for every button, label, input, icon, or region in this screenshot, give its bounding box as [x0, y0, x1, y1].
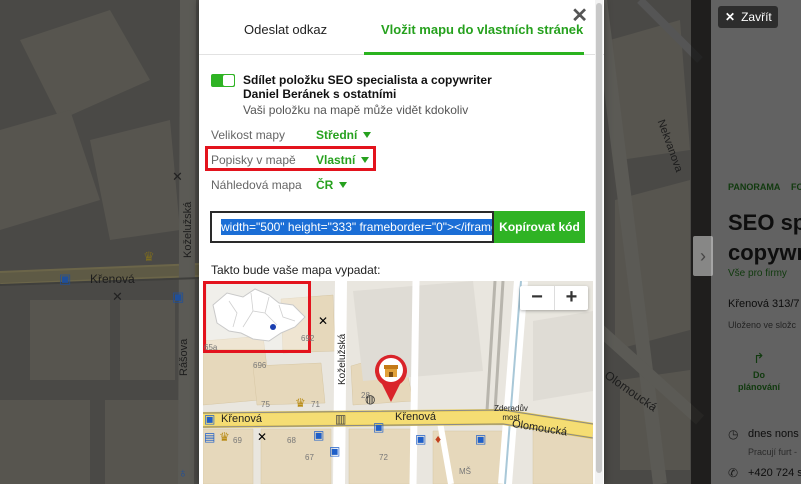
- panel-tab-photos[interactable]: FO: [791, 182, 801, 192]
- copy-code-button[interactable]: Kopírovat kód: [494, 211, 585, 243]
- house-number: 68: [287, 436, 296, 445]
- tools-icon: ✕: [172, 169, 183, 184]
- embed-code-row: width="500" height="333" frameborder="0"…: [210, 211, 585, 243]
- tab-send-link[interactable]: Odeslat odkaz: [244, 22, 327, 37]
- chevron-right-icon: ›: [700, 246, 706, 266]
- close-icon[interactable]: ✕: [571, 3, 588, 28]
- preview-caption: Takto bude vaše mapa vypadat:: [211, 263, 381, 277]
- place-address: Křenová 313/7: [728, 298, 800, 310]
- map-size-label: Velikost mapy: [211, 128, 286, 142]
- toggle-knob: [223, 75, 234, 86]
- dialog-tabs: Odeslat odkaz Vložit mapu do vlastních s…: [199, 0, 604, 55]
- tram-icon: ▣: [59, 271, 72, 286]
- phone-icon: ✆: [728, 466, 739, 480]
- tram-icon[interactable]: ▣: [313, 429, 324, 441]
- zoom-out-button[interactable]: −: [520, 286, 554, 310]
- route-label[interactable]: Do: [753, 370, 765, 380]
- tools-icon[interactable]: ✕: [318, 315, 328, 327]
- place-detail-panel: PANORAMA FO SEO sp copywr Vše pro firmy …: [711, 0, 801, 484]
- route-label[interactable]: plánování: [738, 382, 780, 392]
- map-labels-label: Popisky v mapě: [211, 153, 296, 167]
- tab-embed-map[interactable]: Vložit mapu do vlastních stránek: [381, 22, 583, 37]
- shop-icon[interactable]: ♛: [219, 431, 230, 443]
- caret-down-icon: [339, 182, 348, 188]
- street-label: Křenová: [395, 411, 436, 423]
- house-number: 65a: [204, 343, 218, 352]
- preview-map-dropdown[interactable]: ČR: [316, 178, 348, 192]
- bridge-label: Zderadův most: [494, 404, 528, 422]
- opening-hours: dnes nons: [748, 428, 799, 440]
- share-map-dialog: Odeslat odkaz Vložit mapu do vlastních s…: [199, 0, 604, 484]
- clock-icon: ◷: [728, 427, 739, 441]
- close-panel-button[interactable]: ✕ Zavřít: [718, 6, 778, 28]
- scrollbar-thumb[interactable]: [596, 3, 602, 473]
- tools-icon: ✕: [112, 289, 123, 304]
- active-tab-indicator: [364, 52, 584, 55]
- preview-map-label: Náhledová mapa: [211, 178, 302, 192]
- house-number: 69: [233, 436, 242, 445]
- phone-number[interactable]: +420 724 s: [748, 467, 801, 479]
- share-subtitle: Vaši položku na mapě může vidět kdokoliv: [243, 103, 469, 117]
- place-category[interactable]: Vše pro firmy: [728, 268, 787, 279]
- zoom-control: − +: [520, 286, 588, 310]
- house-number: 75: [261, 400, 270, 409]
- location-pin-icon[interactable]: [371, 352, 411, 404]
- house-number: MŠ: [459, 467, 471, 476]
- tram-stop-icon[interactable]: ▥: [335, 413, 346, 425]
- caret-down-icon: [361, 157, 370, 163]
- close-icon: ✕: [725, 10, 736, 24]
- bike-icon: ♁: [178, 465, 188, 480]
- place-title: copywr: [728, 240, 801, 265]
- shop-icon[interactable]: ♛: [295, 397, 306, 409]
- house-number: 67: [305, 453, 314, 462]
- tram-icon: ▣: [172, 289, 185, 304]
- map-labels-dropdown[interactable]: Vlastní: [316, 153, 370, 167]
- bus-icon[interactable]: ▣: [329, 445, 340, 457]
- street-label: Koželužská: [337, 333, 348, 385]
- bg-street-label: Koželužská: [182, 201, 194, 258]
- place-title: SEO sp: [728, 210, 801, 235]
- house-number: 692: [301, 334, 315, 343]
- highlight-box: [203, 281, 311, 353]
- saved-note: Uloženo ve složc: [728, 320, 797, 330]
- street-label: Křenová: [221, 413, 262, 425]
- preview-map[interactable]: − + Křenová Křenová Olomoucká Koželužská…: [203, 281, 593, 484]
- map-labels-value: Vlastní: [316, 153, 356, 167]
- tools-icon[interactable]: ✕: [257, 431, 267, 443]
- caret-down-icon: [363, 132, 372, 138]
- tram-icon[interactable]: ▣: [204, 413, 215, 425]
- close-panel-label: Zavřít: [741, 10, 772, 24]
- house-number: 696: [253, 361, 267, 370]
- bg-street-label: Rášova: [178, 338, 190, 376]
- pharmacy-icon[interactable]: ▤: [204, 431, 215, 443]
- share-title: Sdílet položku SEO specialista a copywri…: [243, 73, 492, 101]
- zoom-in-button[interactable]: +: [554, 286, 588, 310]
- bg-street-label: Křenová: [90, 272, 135, 286]
- panel-tab-panorama[interactable]: PANORAMA: [728, 182, 780, 192]
- bell-icon[interactable]: ♦: [435, 433, 441, 445]
- route-icon[interactable]: ↱: [753, 350, 765, 367]
- bus-icon[interactable]: ▣: [373, 421, 384, 433]
- map-size-value: Střední: [316, 128, 358, 142]
- dialog-scrollbar[interactable]: [595, 0, 603, 484]
- map-size-dropdown[interactable]: Střední: [316, 128, 372, 142]
- embed-code-field[interactable]: width="500" height="333" frameborder="0"…: [210, 211, 494, 243]
- collapse-panel-button[interactable]: ›: [693, 236, 713, 276]
- opening-hours-note: Pracují furt -: [748, 447, 798, 457]
- preview-map-value: ČR: [316, 178, 334, 192]
- tram-icon[interactable]: ▣: [475, 433, 486, 445]
- tram-icon[interactable]: ▣: [415, 433, 426, 445]
- share-toggle[interactable]: [211, 74, 235, 87]
- embed-code-text: width="500" height="333" frameborder="0"…: [221, 219, 492, 235]
- shop-icon: ♛: [143, 249, 155, 264]
- house-number: 72: [379, 453, 388, 462]
- house-number: 71: [311, 400, 320, 409]
